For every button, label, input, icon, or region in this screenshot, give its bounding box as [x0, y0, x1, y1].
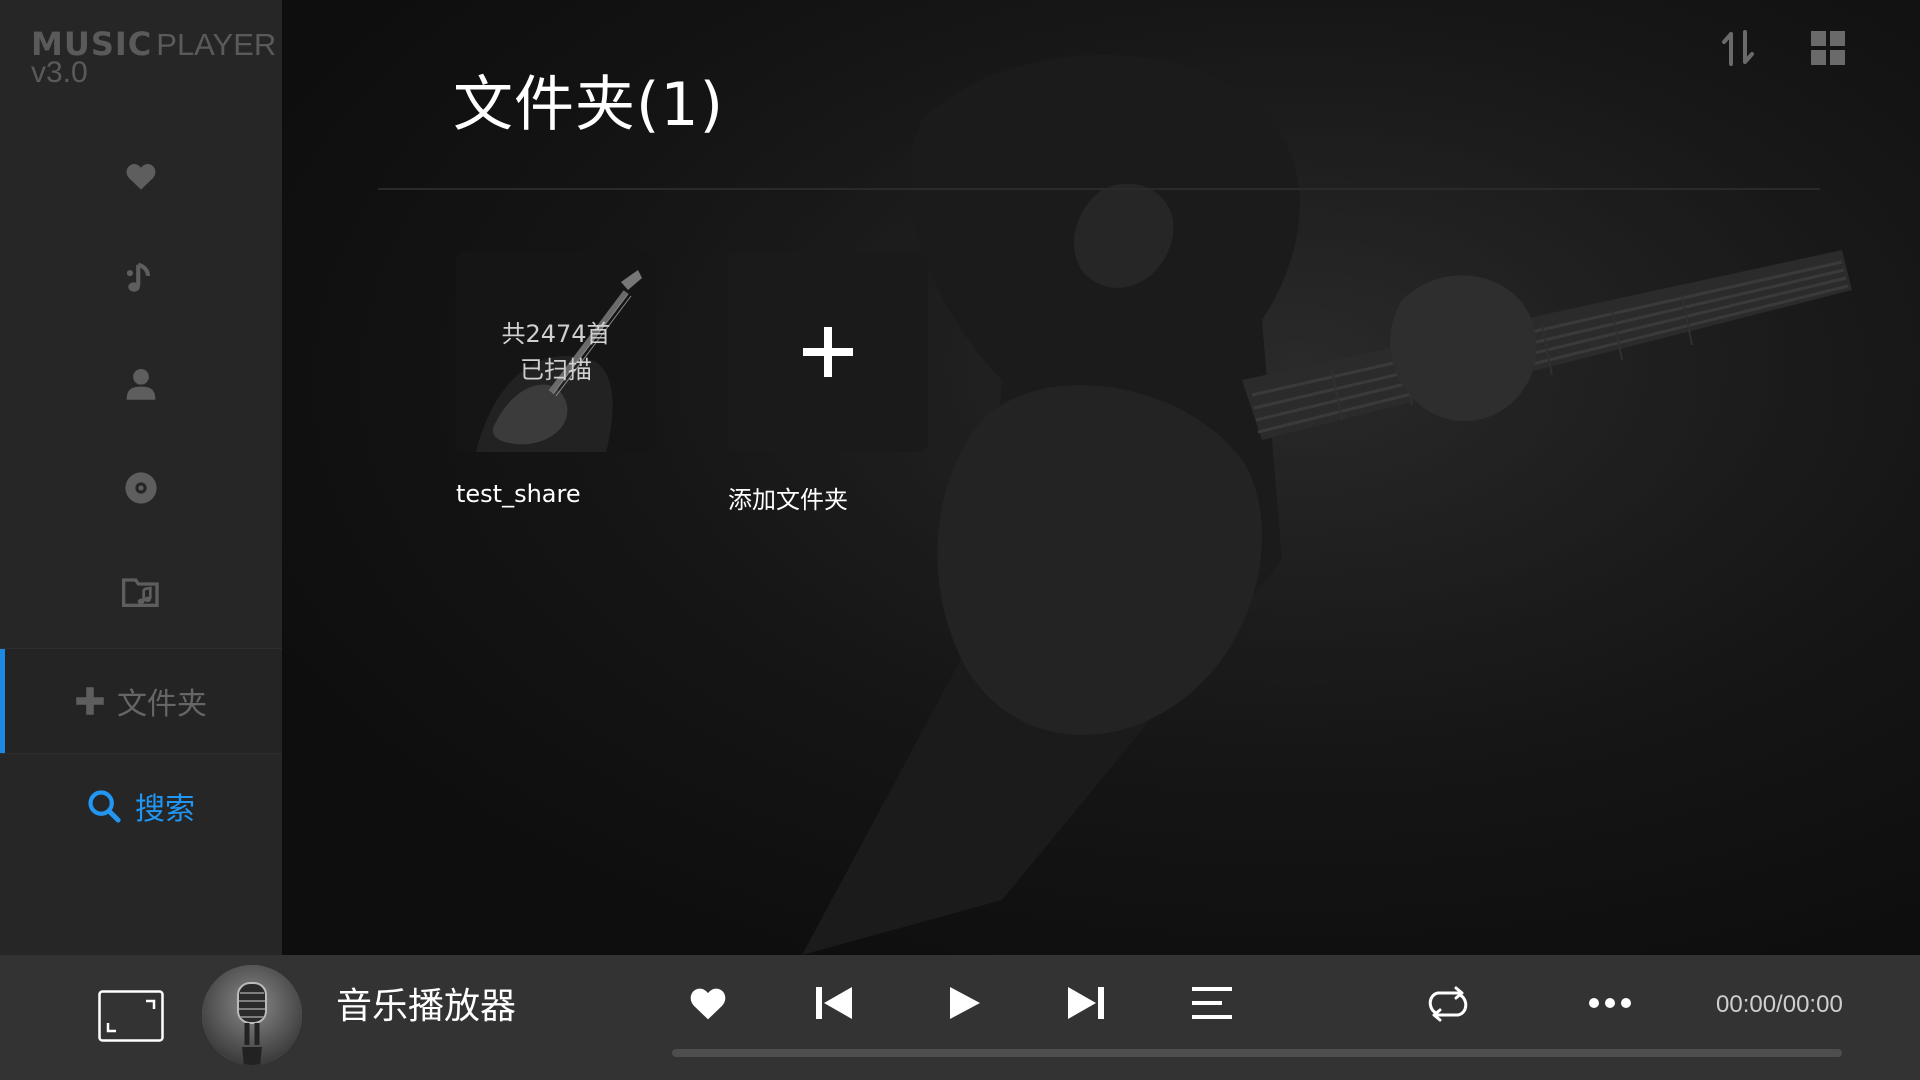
- add-folder-tile-label[interactable]: 添加文件夹: [728, 480, 848, 515]
- search-icon: [88, 790, 121, 823]
- album-art[interactable]: [202, 965, 302, 1065]
- background-artwork: [282, 0, 1920, 955]
- person-icon: [126, 368, 156, 400]
- page-title: 文件夹(1): [453, 70, 724, 140]
- playback-time: 00:00/00:00: [1716, 991, 1843, 1018]
- plus-icon: [803, 327, 853, 377]
- sidebar-item-albums[interactable]: [0, 436, 282, 540]
- playlist-icon[interactable]: [1192, 985, 1232, 1021]
- folder-meta: 共2474首 已扫描: [456, 316, 656, 388]
- grid-view-icon[interactable]: [1808, 28, 1848, 68]
- header-divider: [378, 188, 1820, 190]
- sidebar-item-add-folder[interactable]: 文件夹: [0, 648, 282, 754]
- add-folder-label: 文件夹: [117, 687, 207, 722]
- folder-scan-status: 已扫描: [520, 356, 592, 384]
- next-track-icon[interactable]: [1066, 983, 1106, 1023]
- more-options-icon[interactable]: [1588, 997, 1632, 1009]
- folder-song-count: 共2474首: [501, 320, 611, 348]
- folder-name[interactable]: test_share: [456, 480, 581, 508]
- previous-track-icon[interactable]: [814, 983, 854, 1023]
- track-title: 音乐播放器: [336, 986, 517, 1027]
- play-icon[interactable]: [944, 983, 984, 1023]
- sidebar-item-favorites[interactable]: [0, 124, 282, 228]
- microphone-image: [202, 965, 302, 1065]
- repeat-icon[interactable]: [1426, 983, 1470, 1023]
- disc-icon: [125, 472, 157, 504]
- search-label: 搜索: [135, 792, 195, 827]
- player-bar: 音乐播放器 00:00/00:00: [0, 955, 1920, 1080]
- favorite-heart-icon[interactable]: [688, 985, 728, 1021]
- fullscreen-icon[interactable]: [98, 990, 164, 1042]
- sidebar-item-folders[interactable]: [0, 540, 282, 644]
- sort-icon[interactable]: [1718, 28, 1758, 68]
- add-folder-tile[interactable]: [728, 252, 928, 452]
- plus-icon: [76, 687, 104, 715]
- folder-tile[interactable]: 共2474首 已扫描: [456, 252, 656, 452]
- sidebar-item-artists[interactable]: [0, 332, 282, 436]
- app-version: v3.0: [31, 56, 88, 89]
- music-folder-icon: [122, 578, 159, 607]
- sidebar: MUSIC PLAYER v3.0 文件夹 搜索: [0, 0, 282, 955]
- app-logo: MUSIC PLAYER v3.0: [31, 28, 276, 88]
- progress-bar[interactable]: [672, 1049, 1842, 1057]
- sidebar-item-search[interactable]: 搜索: [0, 754, 282, 858]
- active-indicator: [0, 649, 5, 753]
- music-note-icon: [126, 262, 150, 292]
- brand-sub: PLAYER: [156, 27, 277, 62]
- heart-icon: [126, 164, 156, 190]
- sidebar-item-songs[interactable]: [0, 228, 282, 332]
